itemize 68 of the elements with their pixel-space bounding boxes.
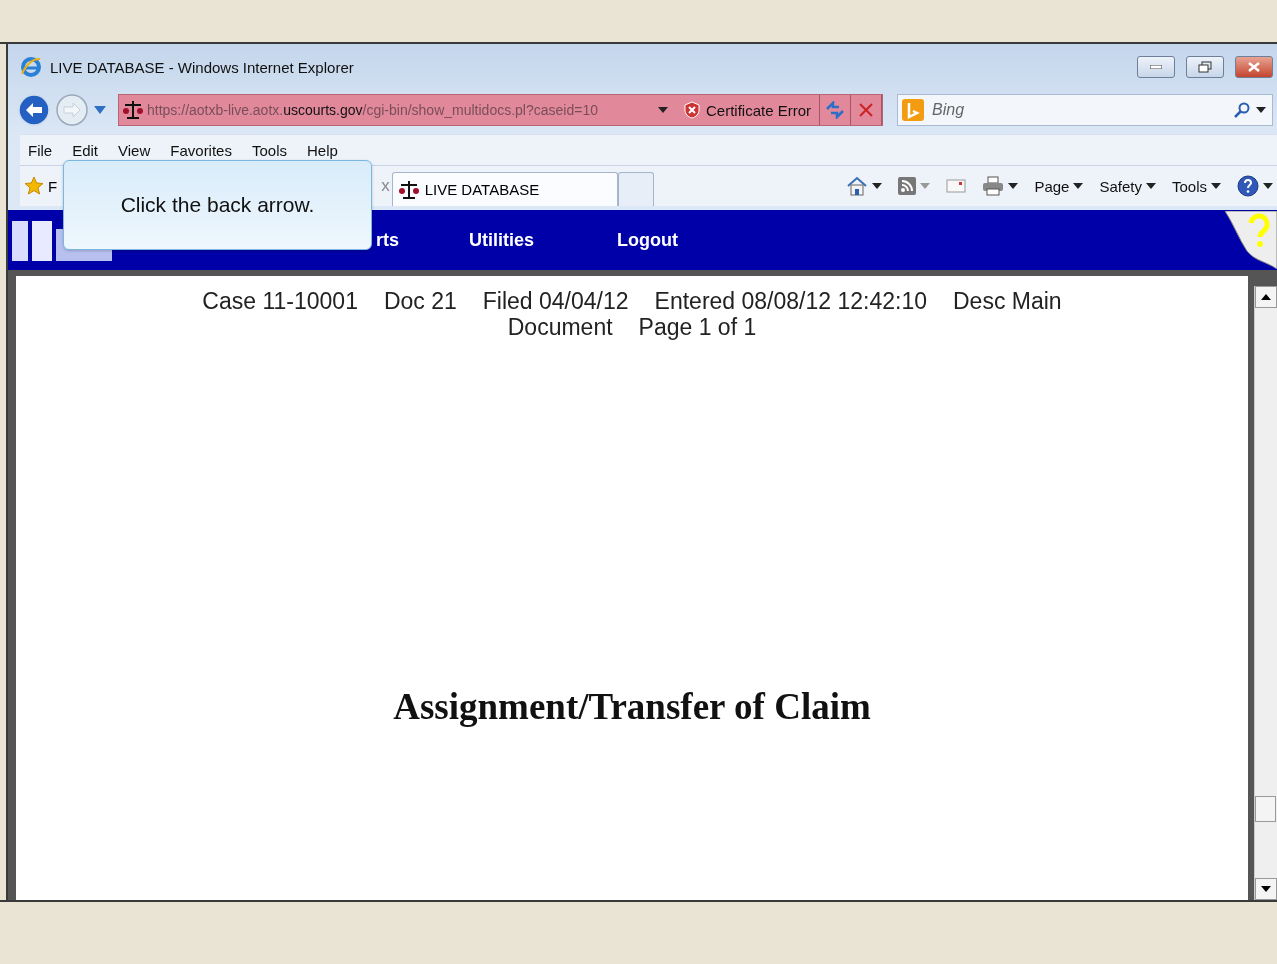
url-text[interactable]: https://aotxb-live.aotx.uscourts.gov/cgi-bin/show_multidocs.pl?caseid=10 [143,102,650,118]
caret-icon [1256,107,1266,113]
scroll-thumb[interactable] [1255,796,1276,822]
menu-item[interactable]: Help [299,141,346,159]
menu-item[interactable]: File [20,141,61,159]
restore-icon [1198,61,1212,73]
search-engine-icon [902,99,924,121]
scroll-down-button[interactable] [1255,878,1277,900]
printer-icon [982,176,1005,196]
history-dropdown[interactable] [94,106,106,114]
restore-button[interactable] [1186,56,1224,78]
command-menu-button[interactable]: Tools [1167,177,1225,195]
document-header-text: Page 1 of 1 [638,314,757,340]
question-mark-icon [1225,211,1277,269]
browser-logo-icon [20,56,42,78]
caret-icon [1263,183,1273,189]
favorites-button[interactable]: F [20,176,58,196]
document-header-text: Document [507,314,613,340]
refresh-icon [825,101,845,119]
scroll-up-button[interactable] [1255,286,1277,308]
caret-icon [1145,183,1156,189]
scrollbar[interactable] [1254,286,1277,900]
search-field[interactable]: Bing [897,94,1273,126]
minimize-button[interactable] [1137,56,1175,78]
caret-icon [872,183,883,189]
caret-icon [657,107,668,113]
nav-link[interactable]: Utilities [469,229,535,251]
up-arrow-icon [1261,294,1271,300]
minimize-icon [1150,65,1162,69]
menu-item[interactable]: Favorites [162,141,240,159]
caret-icon [920,183,931,189]
caret-icon [1211,183,1221,189]
home-icon [846,176,869,196]
command-menu-button[interactable]: Page [1030,177,1088,195]
caret-icon [1008,183,1019,189]
nav-link[interactable]: rts [376,229,399,251]
close-icon [858,102,874,118]
scales-icon [398,178,419,201]
menu-item[interactable]: Tools [243,141,295,159]
caret-icon [1073,183,1084,189]
menu-item[interactable]: View [110,141,159,159]
envelope-icon [946,179,967,193]
command-menu-button[interactable]: Safety [1095,177,1160,195]
certificate-error-button[interactable]: Certificate Error [675,95,820,125]
close-button[interactable] [1235,56,1273,78]
star-icon [24,176,44,196]
down-arrow-icon [1261,886,1271,892]
document-header-text: Entered 08/08/12 12:42:10 [654,288,927,314]
document-header-text: Case 11-10001 [202,288,358,314]
back-button[interactable] [18,94,50,126]
document-header-text: Doc 21 [383,288,457,314]
shield-icon [683,101,700,119]
feed-icon [898,177,917,195]
close-icon [1248,62,1260,72]
nav-link[interactable]: Logout [617,229,678,251]
search-icon[interactable] [1234,102,1250,118]
address-bar[interactable]: https://aotxb-live.aotx.uscourts.gov/cgi-bin/show_multidocs.pl?caseid=10 Certificate Error [118,94,883,126]
menu-item[interactable]: Edit [64,141,107,159]
window-title: LIVE DATABASE - Windows Internet Explorer [50,58,355,76]
callout-text: Click the back arrow. [120,193,315,217]
document-header-text: Desc Main [953,288,1062,314]
help-icon [1237,175,1259,197]
search-input[interactable]: Bing [930,100,1228,120]
browser-tab[interactable]: LIVE DATABASE [391,172,618,206]
document-title: Assignment/Transfer of Claim [393,685,871,728]
caret-icon [94,106,106,114]
document-header-text: Filed 04/04/12 [482,288,629,314]
scales-icon [123,99,143,121]
